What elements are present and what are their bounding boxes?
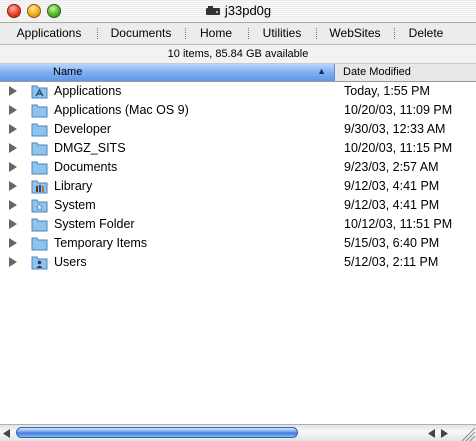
file-date: 5/15/03, 6:40 PM [344,236,440,250]
file-name: System [54,198,96,212]
disclosure-triangle-icon[interactable] [9,238,17,248]
disclosure-triangle-icon[interactable] [9,105,17,115]
users-folder-icon [31,256,48,270]
file-name: Applications [54,84,122,98]
disclosure-triangle-icon[interactable] [9,181,17,191]
list-item[interactable]: Applications Today, 1:55 PM [0,82,476,101]
status-text: 10 items, 85.84 GB available [167,48,309,60]
disclosure-triangle-icon[interactable] [9,162,17,172]
hard-drive-icon [205,6,220,15]
disclosure-triangle-icon[interactable] [9,143,17,153]
status-bar: 10 items, 85.84 GB available [0,45,476,64]
file-date: Today, 1:55 PM [344,84,430,98]
window-title-wrap: j33pd0g [0,3,476,18]
toolbar-button-documents[interactable]: Documents [103,25,179,42]
list-item[interactable]: Developer 9/30/03, 12:33 AM [0,120,476,139]
sort-ascending-icon: ▲ [317,66,326,76]
list-item[interactable]: Temporary Items 5/15/03, 6:40 PM [0,234,476,253]
file-name: Temporary Items [54,236,148,250]
toolbar-button-utilities[interactable]: Utilities [254,25,310,42]
column-header-date[interactable]: Date Modified [335,64,476,81]
file-name: DMGZ_SITS [54,141,126,155]
folder-icon [31,123,48,137]
file-date: 10/12/03, 11:51 PM [344,217,453,231]
disclosure-triangle-icon[interactable] [9,219,17,229]
toolbar-separator [394,28,395,39]
list-item[interactable]: Applications (Mac OS 9) 10/20/03, 11:09 … [0,101,476,120]
list-header: Name ▲ Date Modified [0,64,476,82]
title-bar[interactable]: j33pd0g [0,0,476,23]
toolbar-separator [316,28,317,39]
list-item[interactable]: Library 9/12/03, 4:41 PM [0,177,476,196]
system-folder-icon [31,199,48,213]
scroll-left-arrow-icon[interactable] [3,429,11,438]
file-name: Library [54,179,93,193]
column-date-label: Date Modified [343,66,411,78]
folder-icon [31,104,48,118]
column-name-label: Name [53,66,83,78]
folder-icon [31,161,48,175]
file-name: System Folder [54,217,135,231]
list-item[interactable]: System Folder 10/12/03, 11:51 PM [0,215,476,234]
file-name: Users [54,255,87,269]
toolbar-separator [248,28,249,39]
library-folder-icon [31,180,48,194]
toolbar-button-delete[interactable]: Delete [400,25,452,42]
toolbar: Applications Documents Home Utilities We… [0,23,476,45]
file-date: 9/12/03, 4:41 PM [344,198,440,212]
file-name: Applications (Mac OS 9) [54,103,189,117]
folder-icon [31,218,48,232]
file-date: 9/12/03, 4:41 PM [344,179,440,193]
toolbar-button-home[interactable]: Home [190,25,242,42]
resize-grip-icon[interactable] [454,426,476,441]
scroll-thumb[interactable] [16,427,298,438]
toolbar-button-websites[interactable]: WebSites [322,25,388,42]
list-item[interactable]: DMGZ_SITS 10/20/03, 11:15 PM [0,139,476,158]
horizontal-scrollbar[interactable] [0,424,476,441]
file-date: 5/12/03, 2:11 PM [344,255,439,269]
file-date: 9/30/03, 12:33 AM [344,122,446,136]
disclosure-triangle-icon[interactable] [9,86,17,96]
list-item[interactable]: Documents 9/23/03, 2:57 AM [0,158,476,177]
toolbar-button-applications[interactable]: Applications [6,25,92,42]
file-date: 9/23/03, 2:57 AM [344,160,439,174]
window-title: j33pd0g [224,3,272,18]
column-header-name[interactable]: Name ▲ [0,64,335,81]
disclosure-triangle-icon[interactable] [9,257,17,267]
disclosure-triangle-icon[interactable] [9,200,17,210]
file-name: Documents [54,160,118,174]
folder-icon [31,237,48,251]
list-item[interactable]: System 9/12/03, 4:41 PM [0,196,476,215]
toolbar-separator [185,28,186,39]
list-item[interactable]: Users 5/12/03, 2:11 PM [0,253,476,272]
toolbar-separator [97,28,98,39]
finder-window: j33pd0g Applications Documents Home Util… [0,0,476,441]
disclosure-triangle-icon[interactable] [9,124,17,134]
applications-folder-icon [31,85,48,99]
file-date: 10/20/03, 11:15 PM [344,141,453,155]
file-list: Applications Today, 1:55 PM Applications… [0,82,476,272]
file-date: 10/20/03, 11:09 PM [344,103,453,117]
folder-icon [31,142,48,156]
file-name: Developer [54,122,111,136]
scroll-arrows-icon[interactable] [428,429,452,438]
